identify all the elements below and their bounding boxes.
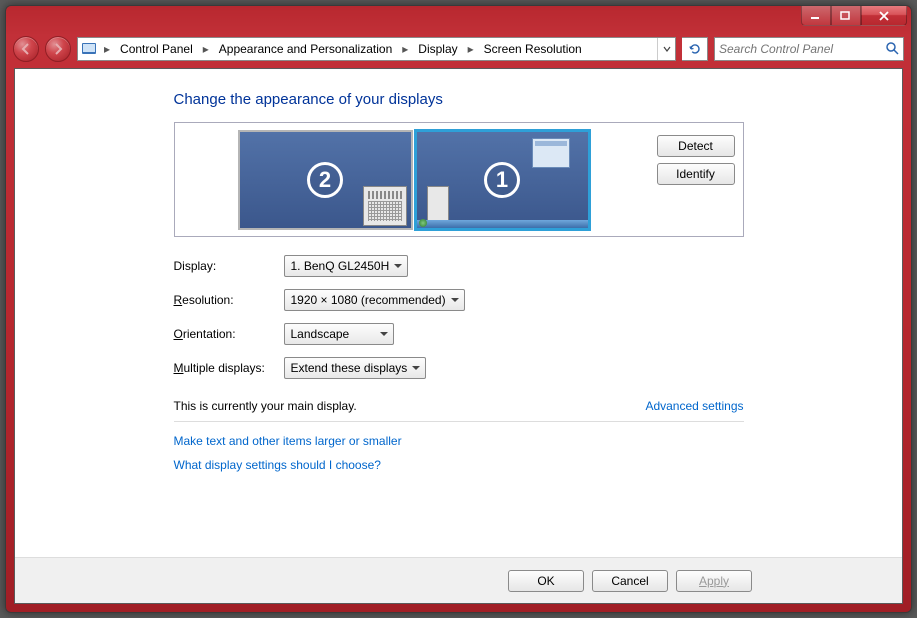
monitor-side-buttons: Detect Identify [645, 131, 735, 185]
help-links: Make text and other items larger or smal… [174, 434, 744, 472]
resolution-label: Resolution: [174, 293, 284, 307]
page-title: Change the appearance of your displays [174, 91, 744, 108]
chevron-down-icon [663, 45, 671, 53]
identify-button[interactable]: Identify [657, 163, 735, 185]
close-button[interactable] [861, 6, 907, 26]
multiple-displays-select[interactable]: Extend these displays [284, 357, 427, 379]
display-select-value: 1. BenQ GL2450H [291, 259, 390, 273]
monitor-brand-overlay-icon [363, 186, 407, 226]
close-icon [878, 11, 890, 21]
control-panel-icon [78, 38, 100, 60]
resolution-select[interactable]: 1920 × 1080 (recommended) [284, 289, 465, 311]
monitor-arrangement-box: 2 1 Detect Identify [174, 122, 744, 237]
search-icon [885, 41, 899, 58]
chevron-right-icon: ▸ [398, 42, 412, 56]
monitor-1[interactable]: 1 [415, 130, 590, 230]
breadcrumb-control-panel[interactable]: Control Panel [114, 38, 199, 60]
client-area: Change the appearance of your displays 2… [14, 68, 903, 604]
address-dropdown[interactable] [657, 38, 675, 60]
apply-button[interactable]: Apply [676, 570, 752, 592]
minimize-icon [810, 11, 822, 21]
arrow-right-icon [51, 42, 65, 56]
multiple-displays-select-value: Extend these displays [291, 361, 408, 375]
dialog-button-bar: OK Cancel Apply [15, 557, 902, 603]
ok-button[interactable]: OK [508, 570, 584, 592]
titlebar [6, 6, 911, 34]
window-controls [801, 6, 907, 26]
orientation-label: Orientation: [174, 327, 284, 341]
search-box[interactable] [714, 37, 904, 61]
breadcrumb-appearance[interactable]: Appearance and Personalization [213, 38, 398, 60]
refresh-button[interactable] [682, 37, 708, 61]
breadcrumb-display[interactable]: Display [412, 38, 463, 60]
content-scroll: Change the appearance of your displays 2… [15, 69, 902, 555]
cancel-button[interactable]: Cancel [592, 570, 668, 592]
address-bar[interactable]: ▸ Control Panel ▸ Appearance and Persona… [77, 37, 676, 61]
monitor-window-icon [532, 138, 570, 168]
orientation-select-value: Landscape [291, 327, 350, 341]
help-link[interactable]: What display settings should I choose? [174, 458, 744, 472]
nav-forward-button[interactable] [45, 36, 71, 62]
multiple-displays-label: Multiple displays: [174, 361, 284, 375]
search-input[interactable] [719, 42, 885, 56]
monitor-2[interactable]: 2 [238, 130, 413, 230]
settings-form: Display: 1. BenQ GL2450H Resolution: 192… [174, 255, 744, 379]
detect-button[interactable]: Detect [657, 135, 735, 157]
chevron-right-icon: ▸ [464, 42, 478, 56]
resolution-select-value: 1920 × 1080 (recommended) [291, 293, 446, 307]
monitor-number-label: 1 [484, 162, 520, 198]
address-row: ▸ Control Panel ▸ Appearance and Persona… [13, 34, 904, 64]
monitor-taskbar-icon [417, 220, 588, 228]
status-row: This is currently your main display. Adv… [174, 399, 744, 422]
chevron-right-icon: ▸ [100, 42, 114, 56]
main-display-status: This is currently your main display. [174, 399, 357, 413]
chevron-right-icon: ▸ [199, 42, 213, 56]
display-label: Display: [174, 259, 284, 273]
text-size-link[interactable]: Make text and other items larger or smal… [174, 434, 744, 448]
nav-back-button[interactable] [13, 36, 39, 62]
monitor-stage[interactable]: 2 1 [183, 131, 645, 228]
advanced-settings-link[interactable]: Advanced settings [645, 399, 743, 413]
orientation-select[interactable]: Landscape [284, 323, 394, 345]
display-select[interactable]: 1. BenQ GL2450H [284, 255, 409, 277]
arrow-left-icon [19, 42, 33, 56]
refresh-icon [688, 42, 702, 56]
breadcrumb-screen-resolution[interactable]: Screen Resolution [478, 38, 588, 60]
window-frame: ▸ Control Panel ▸ Appearance and Persona… [5, 5, 912, 613]
monitor-number-label: 2 [307, 162, 343, 198]
minimize-button[interactable] [801, 6, 831, 26]
maximize-icon [840, 11, 852, 21]
maximize-button[interactable] [831, 6, 861, 26]
monitor-start-icon [419, 219, 427, 227]
